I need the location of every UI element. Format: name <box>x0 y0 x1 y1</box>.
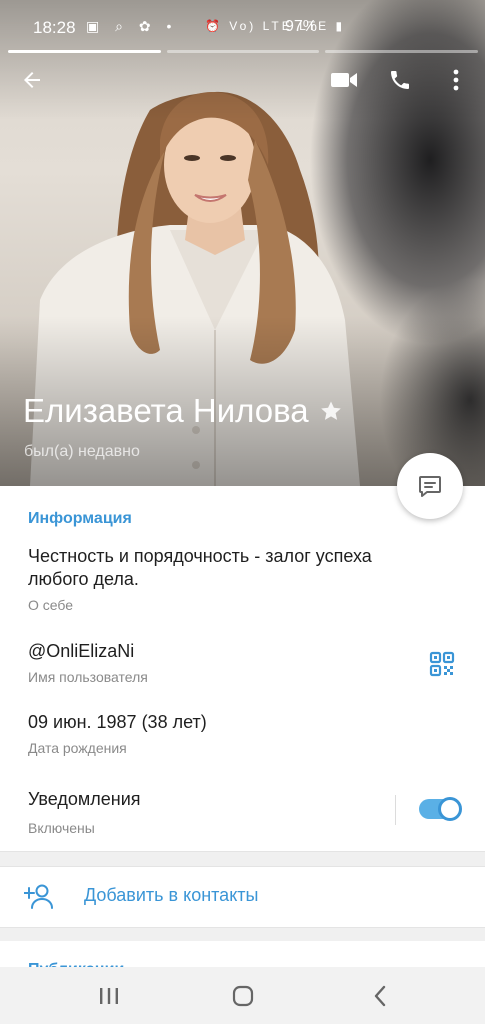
recent-apps-button[interactable] <box>89 979 129 1013</box>
add-contact-button[interactable]: Добавить в контакты <box>0 867 485 927</box>
call-button[interactable] <box>380 60 420 100</box>
profile-name: Елизавета Нилова <box>23 392 343 430</box>
more-vertical-icon <box>453 69 459 91</box>
add-contact-label: Добавить в контакты <box>84 885 259 905</box>
message-icon <box>419 476 441 497</box>
section-divider <box>0 927 485 941</box>
status-notification-icons: ▣ ⌕ ✿ • <box>86 18 178 34</box>
arrow-left-icon <box>24 72 40 88</box>
photo-progress-bar <box>325 50 479 53</box>
chevron-left-icon <box>374 985 386 1007</box>
profile-last-seen: был(а) недавно <box>24 443 140 460</box>
profile-name-text: Елизавета Нилова <box>23 392 309 429</box>
home-icon <box>232 985 254 1007</box>
photo-progress-bar <box>8 50 161 53</box>
recent-apps-icon <box>100 988 118 1004</box>
star-icon[interactable] <box>319 399 343 423</box>
notifications-divider <box>395 795 396 825</box>
send-message-button[interactable] <box>397 453 463 519</box>
toggle-knob <box>438 797 462 821</box>
status-time: 18:28 <box>33 18 76 37</box>
notifications-toggle[interactable] <box>419 797 462 821</box>
notifications-state: Включены <box>28 820 95 836</box>
bio-text[interactable]: Честность и порядочность - залог успеха … <box>28 545 428 591</box>
status-battery: 97% <box>285 18 318 35</box>
info-section-title: Информация <box>28 510 132 527</box>
birthday-label: Дата рождения <box>28 740 127 756</box>
username-text[interactable]: @OnliElizaNi <box>28 640 134 663</box>
video-camera-icon <box>331 73 357 87</box>
photo-progress-bars <box>8 50 479 53</box>
status-bar: 18:28 ▣ ⌕ ✿ • ⏰ Vo) LTE LTE ▮ 97% <box>0 0 485 56</box>
username-label: Имя пользователя <box>28 669 148 685</box>
add-person-icon <box>24 884 53 909</box>
info-section: Информация Честность и порядочность - за… <box>0 486 485 851</box>
notifications-title[interactable]: Уведомления <box>28 788 141 811</box>
photo-progress-bar <box>166 50 320 53</box>
video-call-button[interactable] <box>324 60 364 100</box>
system-back-button[interactable] <box>360 979 400 1013</box>
more-options-button[interactable] <box>436 60 476 100</box>
qr-code-button[interactable] <box>427 649 457 679</box>
phone-icon <box>391 71 409 89</box>
profile-photo[interactable]: 18:28 ▣ ⌕ ✿ • ⏰ Vo) LTE LTE ▮ 97% Елизав… <box>0 0 485 486</box>
back-button[interactable] <box>12 60 52 100</box>
system-navigation-bar <box>0 967 485 1024</box>
birthday-text[interactable]: 09 июн. 1987 (38 лет) <box>28 711 207 734</box>
status-network-icons: ⏰ Vo) LTE LTE ▮ <box>205 19 346 33</box>
bio-label: О себе <box>28 597 74 613</box>
section-divider <box>0 851 485 867</box>
home-button[interactable] <box>223 979 263 1013</box>
qr-code-icon <box>429 651 455 677</box>
